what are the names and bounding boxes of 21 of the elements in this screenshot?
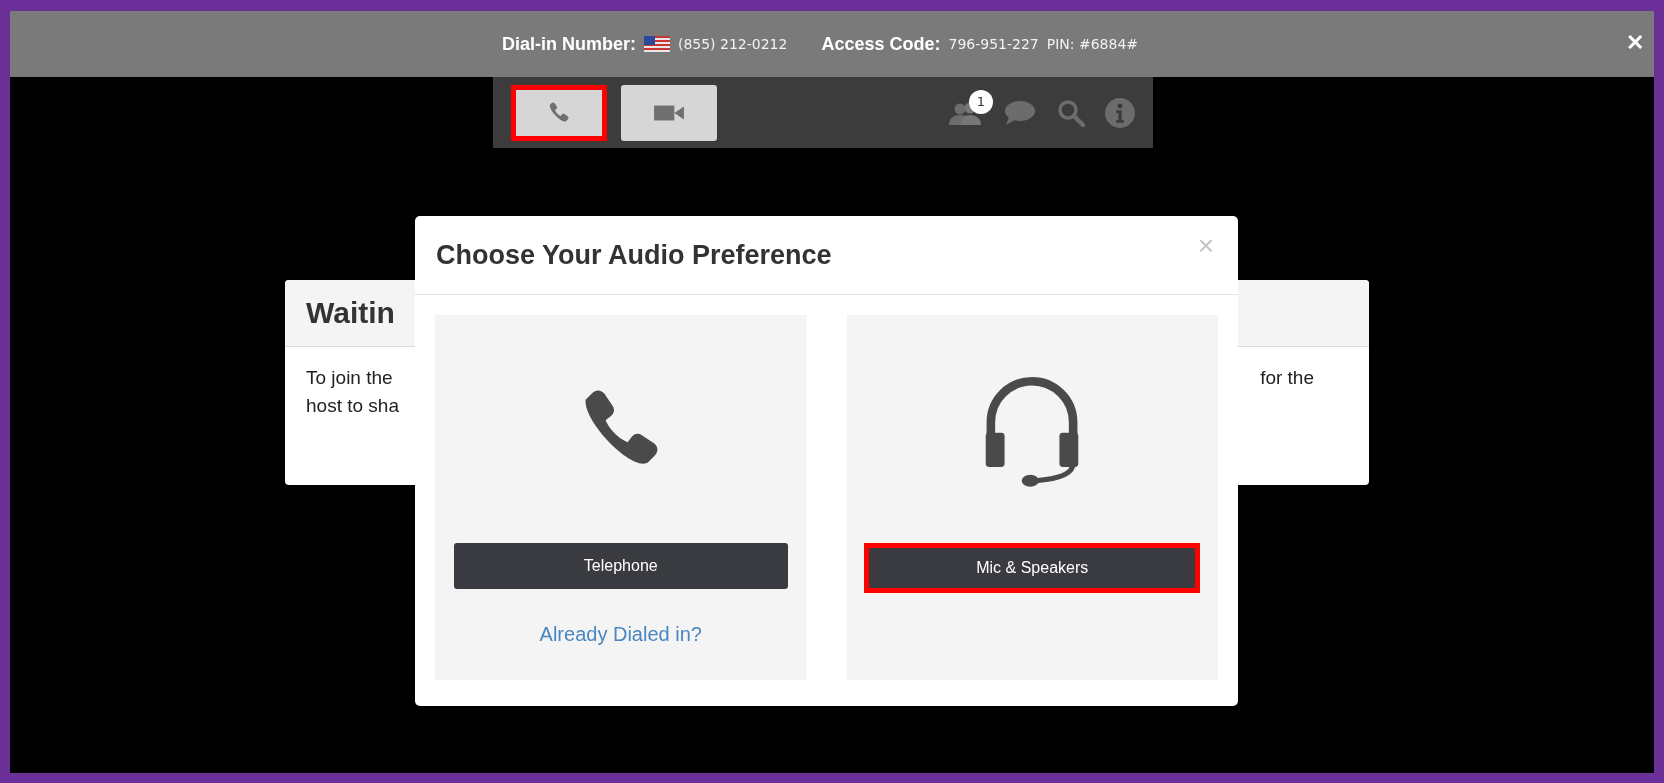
mic-speakers-button[interactable]: Mic & Speakers: [864, 543, 1201, 593]
dialog-title: Choose Your Audio Preference: [436, 239, 832, 271]
card-text: To join the: [306, 367, 394, 389]
chat-icon[interactable]: [1003, 99, 1037, 126]
search-icon[interactable]: [1057, 98, 1085, 127]
card-text: for the: [1260, 367, 1314, 389]
flag-icon: [643, 36, 670, 52]
access-code: 796-951-227: [948, 36, 1039, 52]
pin-text: PIN: #6884#: [1046, 36, 1139, 52]
card-text: host to sha: [306, 395, 399, 417]
dial-in-label: Dial-in Number:: [501, 33, 636, 55]
access-code-label: Access Code:: [821, 33, 941, 55]
count-badge: 1: [969, 89, 993, 114]
info-icon[interactable]: [1105, 97, 1135, 128]
video-button[interactable]: [621, 84, 717, 141]
close-button[interactable]: ✕: [1626, 30, 1644, 56]
card-title: Waitin: [306, 296, 395, 330]
already-dialed-link[interactable]: Already Dialed in?: [539, 623, 702, 646]
telephone-button[interactable]: Telephone: [453, 543, 788, 589]
phone-button[interactable]: [511, 84, 607, 141]
dial-in-number: (855) 212-0212: [677, 36, 788, 52]
